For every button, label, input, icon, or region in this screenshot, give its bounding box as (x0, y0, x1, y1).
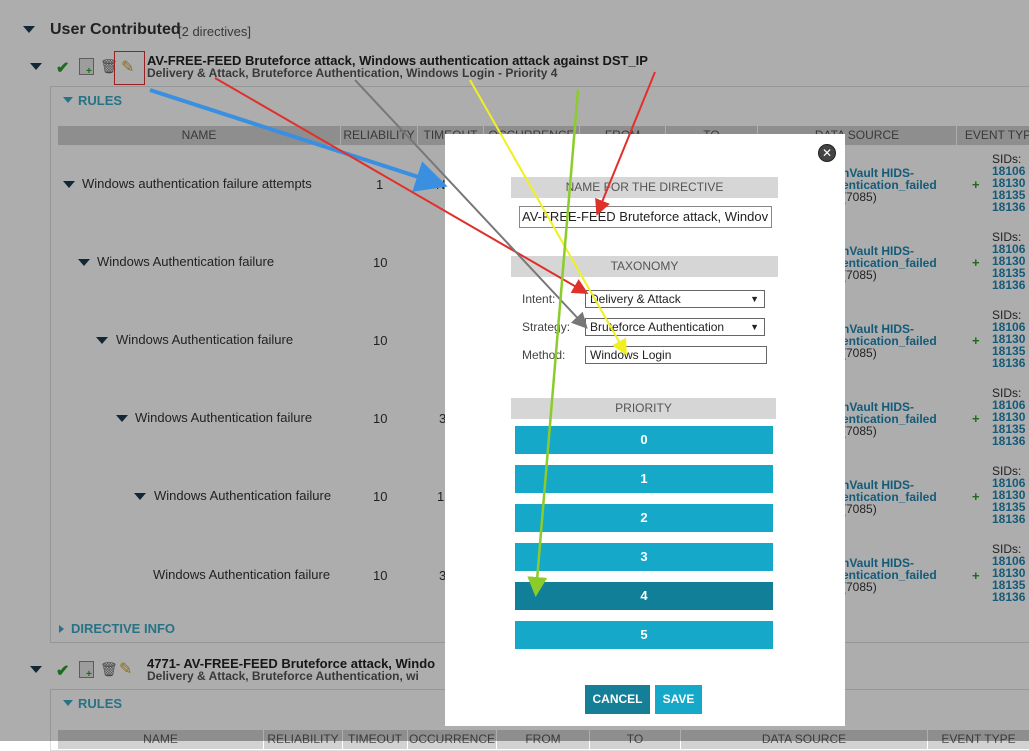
green-arrow-priority (527, 89, 580, 597)
yellow-arrow-method (469, 79, 627, 356)
gray-arrow-strategy (354, 79, 588, 329)
red-arrow-name (595, 71, 656, 216)
blue-arrow (149, 88, 448, 192)
annotation-arrows (149, 71, 656, 597)
